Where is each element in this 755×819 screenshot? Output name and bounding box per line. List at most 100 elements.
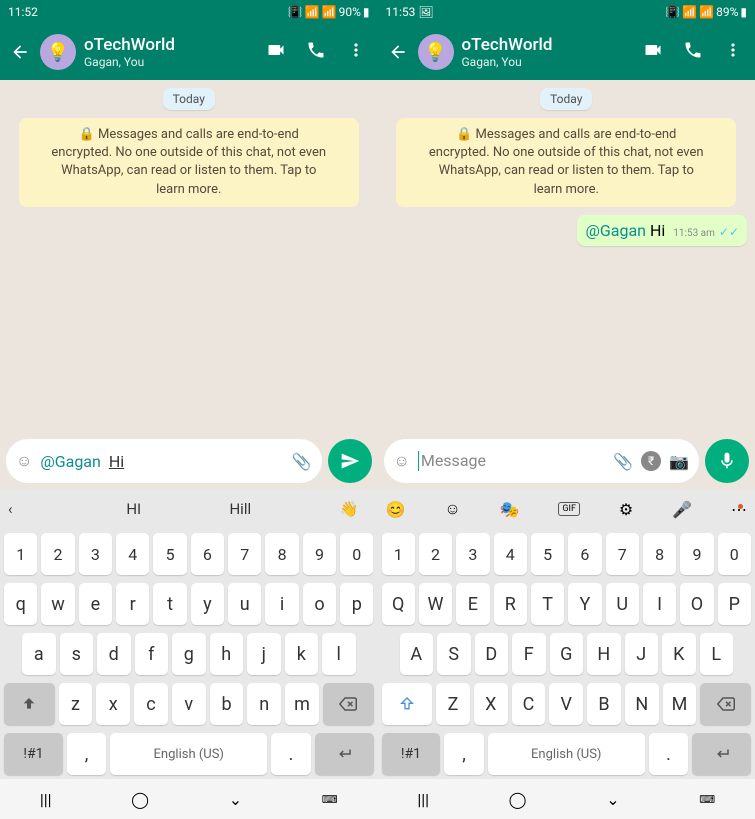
encryption-notice[interactable]: 🔒 Messages and calls are end-to-end encr… <box>396 118 736 207</box>
key-u[interactable]: u <box>228 583 261 625</box>
key-5[interactable]: 5 <box>531 533 564 575</box>
suggest-2[interactable]: Hill <box>229 500 251 518</box>
nav-back[interactable]: ⌄ <box>606 790 619 809</box>
key-v[interactable]: v <box>172 683 206 725</box>
key-p[interactable]: p <box>340 583 373 625</box>
key-7[interactable]: 7 <box>606 533 639 575</box>
key-6[interactable]: 6 <box>191 533 224 575</box>
sticker-icon[interactable]: 😊 <box>386 500 406 519</box>
key-e[interactable]: E <box>456 583 489 625</box>
more-icon[interactable]: ⋯ <box>731 500 747 519</box>
key-r[interactable]: R <box>494 583 527 625</box>
key-s[interactable]: S <box>437 633 471 675</box>
key-x[interactable]: x <box>96 683 130 725</box>
key-1[interactable]: 1 <box>382 533 415 575</box>
key-l[interactable]: l <box>322 633 356 675</box>
key-enter[interactable] <box>315 733 374 775</box>
key-backspace[interactable] <box>323 683 374 725</box>
camera-icon[interactable]: 📷 <box>669 452 689 471</box>
menu-icon[interactable] <box>346 40 366 64</box>
send-button[interactable] <box>328 439 372 483</box>
key-enter[interactable] <box>692 733 751 775</box>
key-n[interactable]: n <box>247 683 281 725</box>
outgoing-message[interactable]: @Gagan Hi 11:53 am ✓✓ <box>577 215 747 246</box>
key-k[interactable]: k <box>285 633 319 675</box>
key-d[interactable]: d <box>97 633 131 675</box>
key-q[interactable]: q <box>4 583 37 625</box>
key-backspace[interactable] <box>700 683 751 725</box>
mic-button[interactable] <box>705 439 749 483</box>
key-f[interactable]: f <box>135 633 169 675</box>
emoji-icon[interactable]: ☺ <box>394 451 410 471</box>
attach-icon[interactable]: 📎 <box>292 452 312 471</box>
key-7[interactable]: 7 <box>228 533 261 575</box>
payment-icon[interactable]: ₹ <box>641 451 661 471</box>
key-m[interactable]: M <box>663 683 697 725</box>
header-info[interactable]: oTechWorld Gagan, You <box>84 35 258 69</box>
nav-recents[interactable]: ||| <box>417 790 429 809</box>
key-n[interactable]: N <box>625 683 659 725</box>
key-z[interactable]: Z <box>436 683 470 725</box>
key-y[interactable]: y <box>191 583 224 625</box>
key-9[interactable]: 9 <box>303 533 336 575</box>
key-r[interactable]: r <box>116 583 149 625</box>
key-space[interactable]: English (US) <box>488 733 645 775</box>
key-x[interactable]: X <box>474 683 508 725</box>
nav-back[interactable]: ⌄ <box>229 790 242 809</box>
key-t[interactable]: t <box>153 583 186 625</box>
video-call-icon[interactable] <box>266 40 286 64</box>
key-4[interactable]: 4 <box>494 533 527 575</box>
key-9[interactable]: 9 <box>680 533 713 575</box>
message-input[interactable]: ☺ @Gagan Hi 📎 <box>6 439 322 483</box>
key-shift-active[interactable] <box>382 683 433 725</box>
key-8[interactable]: 8 <box>265 533 298 575</box>
key-5[interactable]: 5 <box>153 533 186 575</box>
key-shift[interactable] <box>4 683 55 725</box>
key-period[interactable]: . <box>649 733 688 775</box>
key-t[interactable]: T <box>531 583 564 625</box>
key-f[interactable]: F <box>512 633 546 675</box>
back-button[interactable] <box>8 40 32 64</box>
menu-icon[interactable] <box>723 40 743 64</box>
nav-home[interactable]: ◯ <box>509 790 527 809</box>
encryption-notice[interactable]: 🔒 Messages and calls are end-to-end encr… <box>19 118 359 207</box>
key-v[interactable]: V <box>549 683 583 725</box>
nav-home[interactable]: ◯ <box>131 790 149 809</box>
key-c[interactable]: C <box>512 683 546 725</box>
key-e[interactable]: e <box>79 583 112 625</box>
key-i[interactable]: i <box>265 583 298 625</box>
key-h[interactable]: h <box>210 633 244 675</box>
settings-icon[interactable]: ⚙ <box>619 500 633 519</box>
message-input[interactable]: ☺ Message 📎 ₹ 📷 <box>384 439 700 483</box>
header-info[interactable]: oTechWorld Gagan, You <box>462 35 636 69</box>
key-b[interactable]: b <box>210 683 244 725</box>
key-g[interactable]: g <box>172 633 206 675</box>
key-s[interactable]: s <box>60 633 94 675</box>
voice-call-icon[interactable] <box>683 40 703 64</box>
key-0[interactable]: 0 <box>718 533 751 575</box>
key-h[interactable]: H <box>587 633 621 675</box>
key-3[interactable]: 3 <box>456 533 489 575</box>
key-j[interactable]: J <box>625 633 659 675</box>
key-2[interactable]: 2 <box>41 533 74 575</box>
emoji-icon[interactable]: ☺ <box>16 451 32 471</box>
key-comma[interactable]: , <box>67 733 106 775</box>
nav-recents[interactable]: ||| <box>40 790 52 809</box>
video-call-icon[interactable] <box>643 40 663 64</box>
key-o[interactable]: O <box>680 583 713 625</box>
back-button[interactable] <box>386 40 410 64</box>
key-k[interactable]: K <box>662 633 696 675</box>
key-c[interactable]: c <box>134 683 168 725</box>
key-1[interactable]: 1 <box>4 533 37 575</box>
key-symbols[interactable]: !#1 <box>4 733 63 775</box>
key-8[interactable]: 8 <box>643 533 676 575</box>
attach-icon[interactable]: 📎 <box>613 452 633 471</box>
sticker2-icon[interactable]: 🎭 <box>500 500 520 519</box>
key-2[interactable]: 2 <box>419 533 452 575</box>
key-space[interactable]: English (US) <box>110 733 267 775</box>
key-0[interactable]: 0 <box>340 533 373 575</box>
suggest-emoji[interactable]: 👋 <box>339 500 369 518</box>
mic-kb-icon[interactable]: 🎤 <box>672 500 692 519</box>
emoji-kb-icon[interactable]: ☺ <box>444 499 460 519</box>
key-w[interactable]: W <box>419 583 452 625</box>
